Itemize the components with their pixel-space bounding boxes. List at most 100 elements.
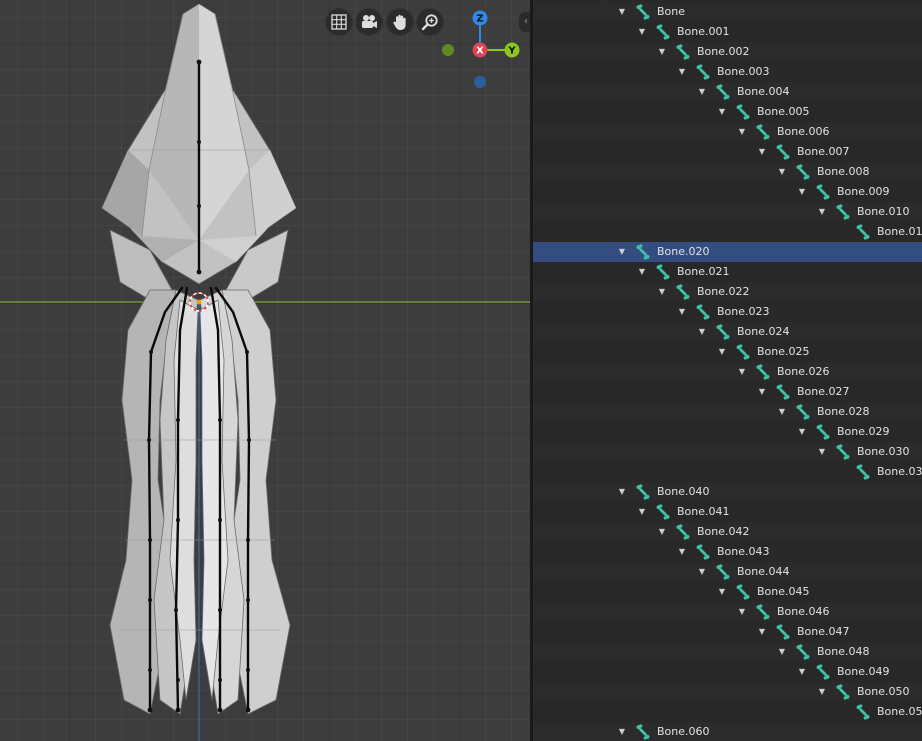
outliner-row[interactable]: ▼ Bone.046 bbox=[533, 602, 922, 622]
bone-icon bbox=[675, 524, 691, 540]
expand-arrow-icon[interactable]: ▼ bbox=[617, 722, 627, 741]
expand-arrow-icon[interactable]: ▼ bbox=[717, 102, 727, 122]
outliner-row[interactable]: Bone.031 bbox=[533, 462, 922, 482]
outliner-row[interactable]: ▼ Bone bbox=[533, 2, 922, 22]
outliner-row[interactable]: ▼ Bone.048 bbox=[533, 642, 922, 662]
expand-arrow-icon[interactable]: ▼ bbox=[777, 642, 787, 662]
outliner-row[interactable]: Bone.011 bbox=[533, 222, 922, 242]
expand-arrow-icon[interactable]: ▼ bbox=[797, 662, 807, 682]
expand-arrow-icon[interactable]: ▼ bbox=[617, 482, 627, 502]
outliner-panel[interactable]: ▼ Bone ▼ Bone.001 ▼ Bone.002 ▼ Bone.003 ▼ Bone.00… bbox=[533, 0, 922, 741]
bone-icon bbox=[735, 344, 751, 360]
expand-arrow-icon[interactable]: ▼ bbox=[697, 82, 707, 102]
expand-arrow-icon[interactable]: ▼ bbox=[717, 342, 727, 362]
outliner-row[interactable]: ▼ Bone.006 bbox=[533, 122, 922, 142]
bone-icon bbox=[835, 444, 851, 460]
navigation-gizmo[interactable]: Z Y X bbox=[436, 6, 530, 92]
bone-name-label: Bone.022 bbox=[697, 285, 750, 298]
bone-name-label: Bone.006 bbox=[777, 125, 830, 138]
outliner-row[interactable]: ▼ Bone.002 bbox=[533, 42, 922, 62]
expand-arrow-icon[interactable]: ▼ bbox=[677, 542, 687, 562]
outliner-row[interactable]: ▼ Bone.027 bbox=[533, 382, 922, 402]
expand-arrow-icon[interactable]: ▼ bbox=[657, 42, 667, 62]
outliner-row[interactable]: ▼ Bone.043 bbox=[533, 542, 922, 562]
expand-arrow-icon[interactable]: ▼ bbox=[817, 202, 827, 222]
bone-name-label: Bone.050 bbox=[857, 685, 910, 698]
outliner-row[interactable]: ▼ Bone.049 bbox=[533, 662, 922, 682]
outliner-row[interactable]: ▼ Bone.022 bbox=[533, 282, 922, 302]
expand-arrow-icon[interactable]: ▼ bbox=[637, 22, 647, 42]
expand-arrow-icon[interactable]: ▼ bbox=[757, 622, 767, 642]
outliner-row[interactable]: ▼ Bone.060 bbox=[533, 722, 922, 741]
expand-arrow-icon[interactable]: ▼ bbox=[637, 502, 647, 522]
outliner-row[interactable]: ▼ Bone.001 bbox=[533, 22, 922, 42]
expand-arrow-icon[interactable]: ▼ bbox=[797, 422, 807, 442]
sidebar-toggle-button[interactable]: ‹ bbox=[519, 12, 530, 32]
bone-name-label: Bone.027 bbox=[797, 385, 850, 398]
outliner-row[interactable]: ▼ Bone.023 bbox=[533, 302, 922, 322]
outliner-row[interactable]: ▼ Bone.026 bbox=[533, 362, 922, 382]
expand-arrow-icon[interactable]: ▼ bbox=[737, 362, 747, 382]
outliner-row[interactable]: ▼ Bone.028 bbox=[533, 402, 922, 422]
outliner-row[interactable]: ▼ Bone.044 bbox=[533, 562, 922, 582]
outliner-row[interactable]: ▼ Bone.024 bbox=[533, 322, 922, 342]
expand-arrow-icon[interactable]: ▼ bbox=[817, 682, 827, 702]
expand-arrow-icon[interactable]: ▼ bbox=[677, 62, 687, 82]
expand-arrow-icon[interactable]: ▼ bbox=[617, 2, 627, 22]
bone-icon bbox=[715, 84, 731, 100]
squid-mesh-armature[interactable] bbox=[0, 0, 530, 741]
pan-view-button[interactable] bbox=[387, 9, 413, 35]
outliner-row[interactable]: ▼ Bone.021 bbox=[533, 262, 922, 282]
outliner-row[interactable]: ▼ Bone.009 bbox=[533, 182, 922, 202]
expand-arrow-icon[interactable]: ▼ bbox=[717, 582, 727, 602]
expand-arrow-icon[interactable]: ▼ bbox=[777, 402, 787, 422]
bone-icon bbox=[715, 324, 731, 340]
expand-arrow-icon[interactable]: ▼ bbox=[637, 262, 647, 282]
outliner-row[interactable]: ▼ Bone.040 bbox=[533, 482, 922, 502]
gizmo-x-handle[interactable]: X bbox=[472, 42, 488, 58]
outliner-row-selected[interactable]: ▼ Bone.020 bbox=[533, 242, 922, 262]
gizmo-neg-y-handle[interactable] bbox=[442, 44, 454, 56]
outliner-row[interactable]: ▼ Bone.045 bbox=[533, 582, 922, 602]
outliner-row[interactable]: ▼ Bone.025 bbox=[533, 342, 922, 362]
expand-arrow-icon[interactable]: ▼ bbox=[657, 522, 667, 542]
outliner-row[interactable]: ▼ Bone.008 bbox=[533, 162, 922, 182]
expand-arrow-icon[interactable]: ▼ bbox=[797, 182, 807, 202]
outliner-row[interactable]: ▼ Bone.050 bbox=[533, 682, 922, 702]
expand-arrow-icon[interactable]: ▼ bbox=[757, 142, 767, 162]
outliner-row[interactable]: ▼ Bone.005 bbox=[533, 102, 922, 122]
bone-icon bbox=[775, 624, 791, 640]
gizmo-y-handle[interactable]: Y bbox=[504, 42, 520, 58]
bone-icon bbox=[695, 64, 711, 80]
bone-name-label: Bone.003 bbox=[717, 65, 770, 78]
expand-arrow-icon[interactable]: ▼ bbox=[757, 382, 767, 402]
3d-viewport[interactable]: Z Y X ‹ bbox=[0, 0, 530, 741]
expand-arrow-icon[interactable]: ▼ bbox=[737, 602, 747, 622]
gizmo-z-handle[interactable]: Z bbox=[472, 10, 488, 26]
expand-arrow-icon[interactable]: ▼ bbox=[697, 562, 707, 582]
outliner-row[interactable]: Bone.051 bbox=[533, 702, 922, 722]
outliner-row[interactable]: ▼ Bone.042 bbox=[533, 522, 922, 542]
toggle-grid-button[interactable] bbox=[326, 9, 352, 35]
camera-view-button[interactable] bbox=[356, 9, 382, 35]
expand-arrow-icon[interactable]: ▼ bbox=[777, 162, 787, 182]
outliner-row[interactable]: ▼ Bone.047 bbox=[533, 622, 922, 642]
outliner-row[interactable]: ▼ Bone.030 bbox=[533, 442, 922, 462]
expand-arrow-icon[interactable]: ▼ bbox=[737, 122, 747, 142]
bone-icon bbox=[695, 304, 711, 320]
outliner-row[interactable]: ▼ Bone.029 bbox=[533, 422, 922, 442]
expand-arrow-icon[interactable]: ▼ bbox=[677, 302, 687, 322]
expand-arrow-icon[interactable]: ▼ bbox=[617, 242, 627, 262]
outliner-row[interactable]: ▼ Bone.003 bbox=[533, 62, 922, 82]
bone-icon bbox=[835, 204, 851, 220]
expand-arrow-icon[interactable]: ▼ bbox=[657, 282, 667, 302]
expand-arrow-icon[interactable]: ▼ bbox=[817, 442, 827, 462]
outliner-row[interactable]: ▼ Bone.004 bbox=[533, 82, 922, 102]
gizmo-neg-z-handle[interactable] bbox=[474, 76, 486, 88]
outliner-row[interactable]: ▼ Bone.041 bbox=[533, 502, 922, 522]
bone-icon bbox=[795, 404, 811, 420]
expand-arrow-icon[interactable]: ▼ bbox=[697, 322, 707, 342]
outliner-row[interactable]: ▼ Bone.007 bbox=[533, 142, 922, 162]
outliner-row[interactable]: ▼ Bone.010 bbox=[533, 202, 922, 222]
bone-name-label: Bone.008 bbox=[817, 165, 870, 178]
